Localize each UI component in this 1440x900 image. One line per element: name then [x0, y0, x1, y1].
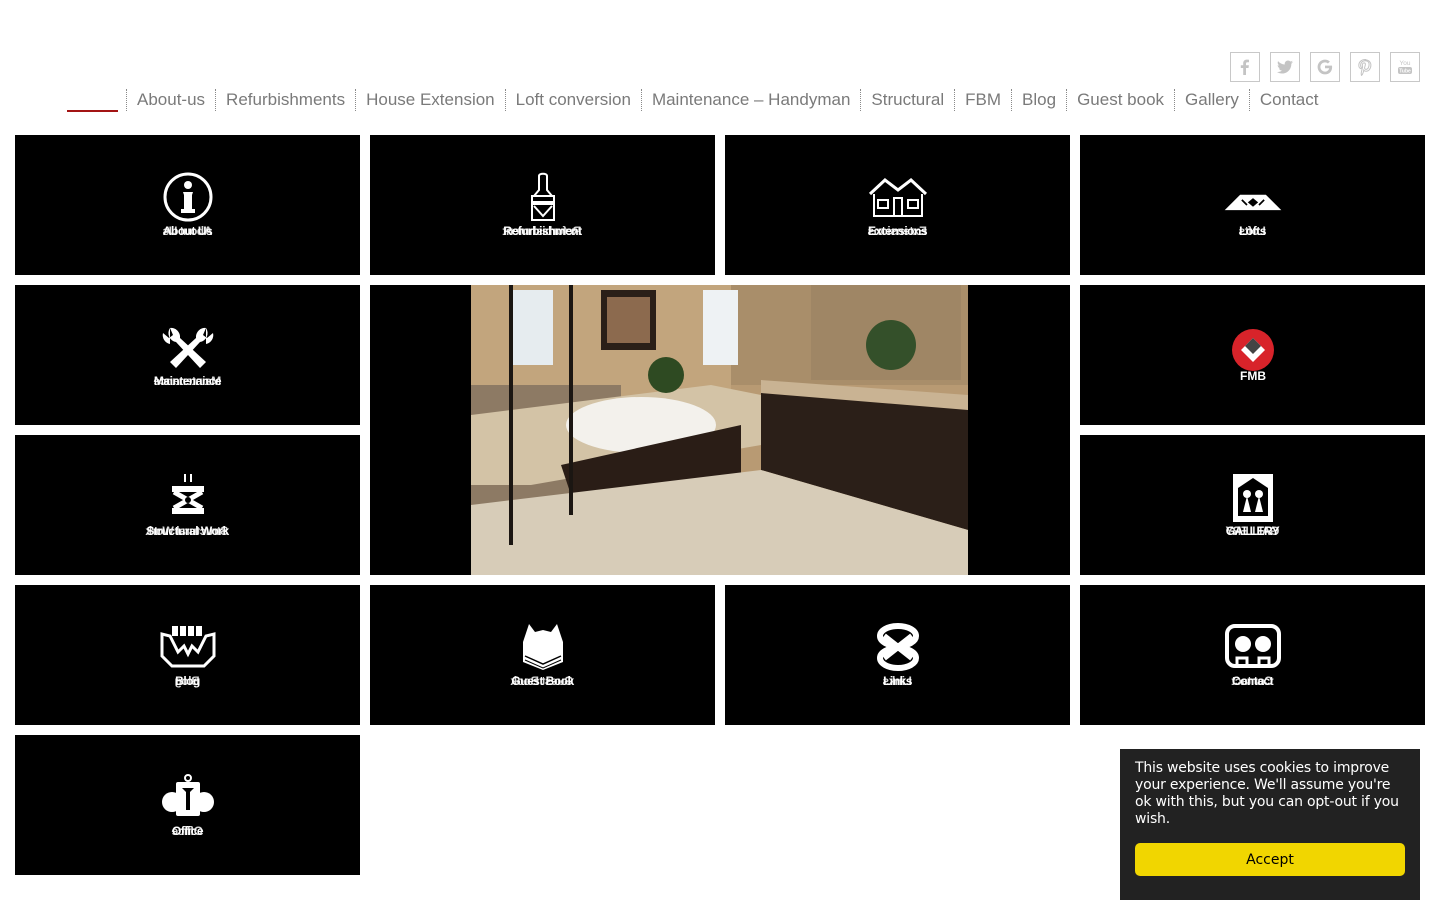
tile-blog[interactable]: Blog Blog — [15, 585, 360, 725]
tile-fmb[interactable]: FMB — [1080, 285, 1425, 425]
nav-item-contact[interactable]: Contact — [1248, 89, 1329, 111]
tile-label: Guest Book Guest Book — [511, 674, 574, 688]
nav-item-fbm[interactable]: FBM — [954, 89, 1011, 111]
pinterest-link[interactable] — [1350, 52, 1380, 82]
wrench-icon — [158, 322, 218, 376]
nav-item-maintenance-handyman[interactable]: Maintenance – Handyman — [640, 89, 860, 111]
nav-item-guest-book[interactable]: Guest book — [1066, 89, 1174, 111]
tile-label: Blog Blog — [175, 674, 200, 688]
facebook-link[interactable] — [1230, 52, 1260, 82]
tile-label: Links Links — [883, 674, 912, 688]
social-links: You Tube — [1230, 52, 1420, 82]
nav-item-house-extension[interactable]: House Extension — [355, 89, 505, 111]
cookie-banner: This website uses cookies to improve you… — [1120, 749, 1420, 900]
tile-label: GALLERY GALLERY — [1225, 524, 1280, 538]
svg-text:FMB: FMB — [1240, 369, 1266, 382]
svg-text:Tube: Tube — [1399, 69, 1411, 75]
facebook-icon — [1240, 59, 1249, 75]
links-icon — [868, 622, 928, 676]
youtube-icon: You Tube — [1398, 60, 1412, 75]
tile-guest-book[interactable]: Guest Book Guest Book — [370, 585, 715, 725]
tile-label: Maintenance Maintenance — [153, 374, 222, 388]
tile-extensions[interactable]: Extensions Extensions — [725, 135, 1070, 275]
twitter-link[interactable] — [1270, 52, 1300, 82]
tile-contact[interactable]: Contact Contact — [1080, 585, 1425, 725]
nav-item-refurbishments[interactable]: Refurbishments — [215, 89, 355, 111]
tile-label: Contact Contact — [1231, 674, 1274, 688]
google-link[interactable] — [1310, 52, 1340, 82]
book-icon — [513, 622, 573, 676]
nav-item-gallery[interactable]: Gallery — [1174, 89, 1249, 111]
gallery-icon — [1223, 472, 1283, 526]
nav-item-loft-conversion[interactable]: Loft conversion — [504, 89, 641, 111]
tile-lofts[interactable]: Lofts Lofts — [1080, 135, 1425, 275]
paintbrush-icon — [513, 172, 573, 226]
tile-label: Extensions Extensions — [867, 224, 928, 238]
pinterest-icon — [1358, 58, 1372, 76]
tile-links[interactable]: Links Links — [725, 585, 1070, 725]
tile-gallery[interactable]: GALLERY GALLERY — [1080, 435, 1425, 575]
tile-structural-work[interactable]: Structural Work Structural Work — [15, 435, 360, 575]
twitter-icon — [1277, 60, 1293, 74]
tile-label: Refurbishment Refurbishment — [503, 224, 582, 238]
tile-label: Office Office — [171, 824, 204, 838]
cookie-message: This website uses cookies to improve you… — [1135, 760, 1399, 827]
tile-refurbishment[interactable]: Refurbishment Refurbishment — [370, 135, 715, 275]
cookie-accept-button[interactable]: Accept — [1135, 843, 1405, 876]
nav-item-structural[interactable]: Structural — [860, 89, 954, 111]
feature-panel — [370, 285, 1070, 575]
bathroom-photo[interactable] — [471, 285, 968, 575]
info-icon — [158, 172, 218, 226]
main-nav: About-us Refurbishments House Extension … — [67, 88, 1328, 112]
blog-icon — [158, 622, 218, 676]
nav-item-blog[interactable]: Blog — [1011, 89, 1066, 111]
youtube-link[interactable]: You Tube — [1390, 52, 1420, 82]
google-icon — [1317, 59, 1333, 75]
roof-icon — [1223, 172, 1283, 226]
house-icon — [868, 172, 928, 226]
tile-label: Structural Work Structural Work — [146, 524, 229, 538]
office-icon — [158, 772, 218, 826]
fmb-badge-icon: FMB — [1223, 328, 1283, 382]
tile-office[interactable]: Office Office — [15, 735, 360, 875]
structural-icon — [158, 472, 218, 526]
tile-maintenance[interactable]: Maintenance Maintenance — [15, 285, 360, 425]
nav-item-about-us[interactable]: About-us — [126, 89, 215, 111]
tile-label: Lofts Lofts — [1239, 224, 1266, 238]
tile-about-us[interactable]: About Us About Us — [15, 135, 360, 275]
tile-label: About Us About Us — [162, 224, 213, 238]
contact-icon — [1223, 622, 1283, 676]
svg-text:You: You — [1400, 60, 1411, 67]
nav-home-active[interactable] — [67, 88, 118, 112]
